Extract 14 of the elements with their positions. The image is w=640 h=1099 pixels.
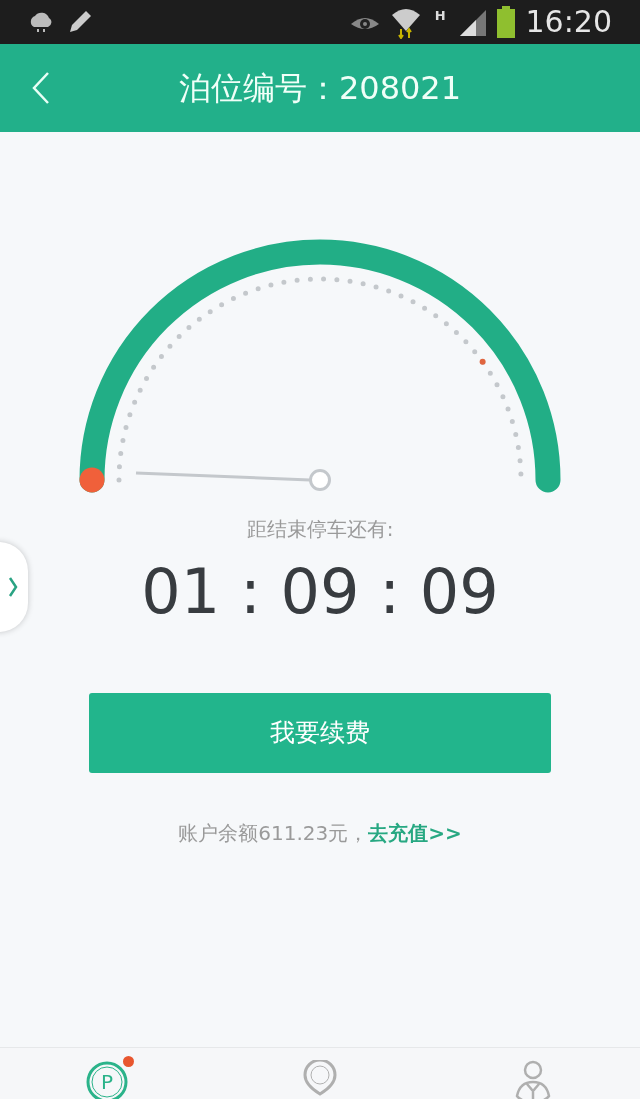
recharge-link[interactable]: 去充值>>: [368, 821, 462, 845]
page-title: 泊位编号：208021: [178, 72, 462, 104]
battery-icon: [495, 6, 516, 38]
back-icon: [31, 71, 51, 105]
cloud-icon: [28, 11, 54, 33]
renew-button[interactable]: 我要续费: [89, 693, 551, 773]
clock: 16:20: [525, 7, 612, 37]
balance-text: 账户余额611.23元，: [178, 821, 369, 845]
countdown-timer: 01 : 09 : 09: [141, 561, 499, 623]
chevron-right-icon: [8, 576, 18, 598]
tab-item[interactable]: P: [0, 1048, 214, 1099]
network-type: H: [434, 7, 446, 25]
countdown-label: 距结束停车还有:: [246, 519, 394, 539]
parking-icon: P: [84, 1060, 129, 1099]
